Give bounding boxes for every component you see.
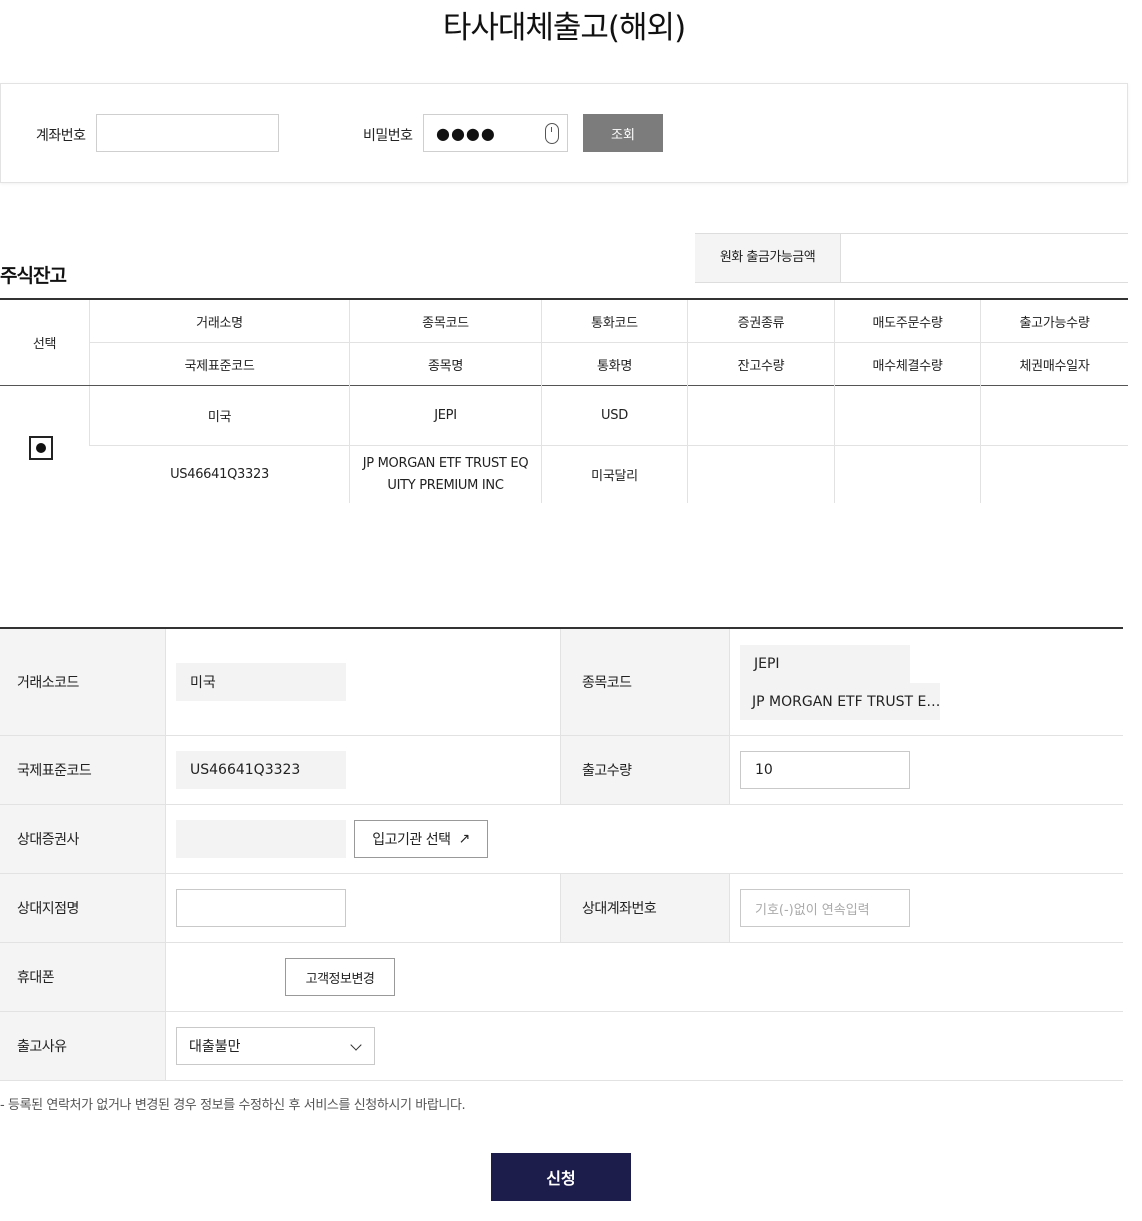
header-select: 선택 (32, 337, 57, 352)
cell-exchange-name: 미국 (207, 410, 232, 425)
exchange-code-field: 미국 (176, 663, 346, 701)
krw-withdrawable-label: 원화 출금가능금액 (695, 234, 841, 282)
quantity-label: 출고수량 (561, 736, 729, 804)
header-currency-code: 통화코드 (591, 316, 638, 331)
header-security-type: 증권종류 (737, 316, 785, 331)
form-vline (165, 629, 166, 1080)
form-divider (0, 1080, 1123, 1081)
form-divider (0, 735, 1123, 736)
cell-buy-exec-qty (835, 446, 980, 503)
broker-field (176, 820, 346, 858)
select-institution-button[interactable]: 입고기관 선택 ↗ (354, 820, 488, 858)
password-dots: ●●●● (436, 124, 496, 143)
cell-stock-name: JP MORGAN ETF TRUST EQ UITY PREMIUM INC (362, 455, 529, 493)
header-bond-buy-date: 체권매수일자 (1019, 358, 1090, 374)
customer-info-change-button[interactable]: 고객정보변경 (285, 958, 395, 996)
page-title: 타사대체출고(해외) (442, 10, 686, 46)
form-vline (560, 874, 561, 942)
contact-notice: - 등록된 연락처가 없거나 변경된 경우 정보를 수정하신 후 서비스를 신청… (0, 1098, 466, 1113)
password-label: 비밀번호 (363, 128, 413, 144)
header-buy-exec-qty: 매수체결수량 (872, 358, 943, 374)
form-vline (729, 629, 730, 804)
cell-withdrawable-qty (981, 386, 1128, 445)
cell-currency-code: USD (601, 408, 628, 423)
exchange-code-label: 거래소코드 (0, 629, 165, 735)
counter-account-placeholder: 기호(-)없이 연속입력 (755, 902, 870, 918)
row-select-radio[interactable] (29, 436, 53, 460)
header-currency-name: 통화명 (597, 358, 632, 374)
search-button[interactable]: 조회 (583, 114, 663, 152)
table-divider (90, 342, 1128, 343)
cell-security-type (688, 386, 834, 445)
chevron-down-icon (350, 1039, 362, 1051)
reason-selected-value: 대출불만 (189, 1039, 241, 1055)
counter-account-label: 상대계좌번호 (561, 874, 729, 942)
account-input[interactable] (96, 114, 279, 152)
cell-bond-buy-date (981, 446, 1128, 503)
cell-sell-order-qty (835, 386, 980, 445)
table-vline (89, 300, 90, 385)
mouse-icon[interactable] (545, 123, 559, 144)
quantity-input[interactable]: 10 (740, 751, 910, 789)
header-isin: 국제표준코드 (184, 358, 255, 374)
header-balance-qty: 잔고수량 (737, 358, 785, 374)
header-stock-code: 종목코드 (422, 316, 469, 331)
password-input[interactable]: ●●●● (423, 114, 568, 152)
form-divider (0, 1011, 1123, 1012)
header-withdrawable-qty: 출고가능수량 (1019, 316, 1090, 331)
external-arrow-icon: ↗ (458, 831, 471, 847)
form-divider (0, 873, 1123, 874)
form-vline (560, 629, 561, 804)
branch-input[interactable] (176, 889, 346, 927)
branch-label: 상대지점명 (0, 874, 165, 942)
reason-select[interactable]: 대출불만 (176, 1027, 375, 1065)
account-label: 계좌번호 (36, 128, 86, 144)
form-vline (729, 874, 730, 942)
cell-isin: US46641Q3323 (170, 467, 269, 482)
broker-label: 상대증권사 (0, 805, 165, 873)
stock-name-field: JP MORGAN ETF TRUST E… (740, 683, 940, 720)
header-stock-name: 종목명 (428, 358, 463, 374)
header-sell-order-qty: 매도주문수량 (872, 316, 943, 331)
isin-label: 국제표준코드 (0, 736, 165, 804)
stock-code-field: JEPI (740, 645, 910, 683)
form-divider (0, 942, 1123, 943)
header-exchange-name: 거래소명 (196, 316, 243, 331)
cell-currency-name: 미국달리 (591, 469, 638, 484)
cell-balance-qty (688, 446, 834, 503)
stock-code-label: 종목코드 (561, 629, 729, 735)
krw-withdrawable-box: 원화 출금가능금액 (695, 233, 1128, 283)
reason-label: 출고사유 (0, 1012, 165, 1080)
counter-account-input[interactable]: 기호(-)없이 연속입력 (740, 889, 910, 927)
phone-label: 휴대폰 (0, 943, 165, 1011)
select-institution-label: 입고기관 선택 (372, 832, 451, 848)
section-title-stock-balance: 주식잔고 (0, 265, 67, 287)
isin-field: US46641Q3323 (176, 751, 346, 789)
form-divider (0, 804, 1123, 805)
submit-button[interactable]: 신청 (491, 1153, 631, 1201)
cell-stock-code: JEPI (434, 408, 457, 423)
search-box: 계좌번호 비밀번호 ●●●● 조회 (0, 83, 1128, 183)
